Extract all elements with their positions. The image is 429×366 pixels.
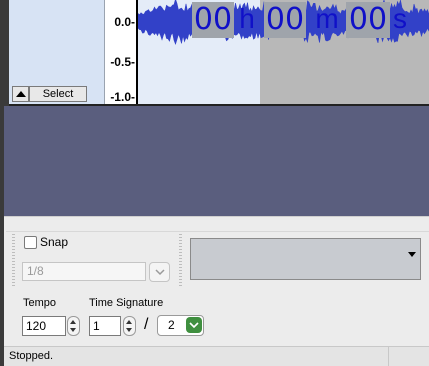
stepper-up-icon <box>126 320 132 324</box>
toolbar-divider <box>6 231 429 232</box>
denominator-dropdown-button[interactable] <box>186 317 202 333</box>
snap-checkbox[interactable] <box>24 236 37 249</box>
ruler-label-minus-one: -1.0- <box>110 90 135 104</box>
time-display[interactable] <box>190 238 421 280</box>
numerator-stepper[interactable] <box>123 316 136 336</box>
collapse-track-button[interactable] <box>12 86 29 102</box>
snap-dropdown-button[interactable] <box>149 262 170 282</box>
status-bar <box>4 346 429 366</box>
stepper-down-icon <box>70 328 76 332</box>
time-signature-separator: / <box>144 316 149 333</box>
stepper-up-icon <box>70 320 76 324</box>
tempo-input[interactable]: 120 <box>22 316 66 336</box>
minutes-digits[interactable]: 00 <box>264 2 306 38</box>
track-select-button[interactable]: Select <box>29 86 87 102</box>
status-bar-divider <box>388 347 389 366</box>
snap-label: Snap <box>40 235 69 249</box>
minutes-unit: m <box>315 3 339 34</box>
ruler-label-minus-half: -0.5- <box>110 55 135 69</box>
toolbar-grip-handle[interactable] <box>12 234 15 288</box>
time-signature-numerator-input[interactable]: 1 <box>89 316 121 336</box>
seconds-unit: s <box>393 3 407 34</box>
ruler-label-0: 0.0- <box>114 15 135 29</box>
empty-track-area[interactable] <box>4 106 429 216</box>
stepper-down-icon <box>126 328 132 332</box>
tempo-stepper[interactable] <box>67 316 80 336</box>
chevron-down-icon <box>189 322 199 329</box>
time-format-menu-icon[interactable] <box>408 252 416 257</box>
hours-unit: h <box>239 3 255 34</box>
time-toolbar-grip-handle[interactable] <box>179 234 182 288</box>
chevron-down-icon <box>155 269 165 276</box>
status-text: Stopped. <box>9 350 54 362</box>
tempo-label: Tempo <box>23 297 57 309</box>
hours-digits[interactable]: 00 <box>192 2 234 38</box>
snap-to-select[interactable]: 1/8 <box>22 262 146 281</box>
seconds-digits[interactable]: 00 <box>346 2 390 38</box>
time-signature-label: Time Signature <box>89 297 164 309</box>
collapse-triangle-icon <box>16 91 26 97</box>
